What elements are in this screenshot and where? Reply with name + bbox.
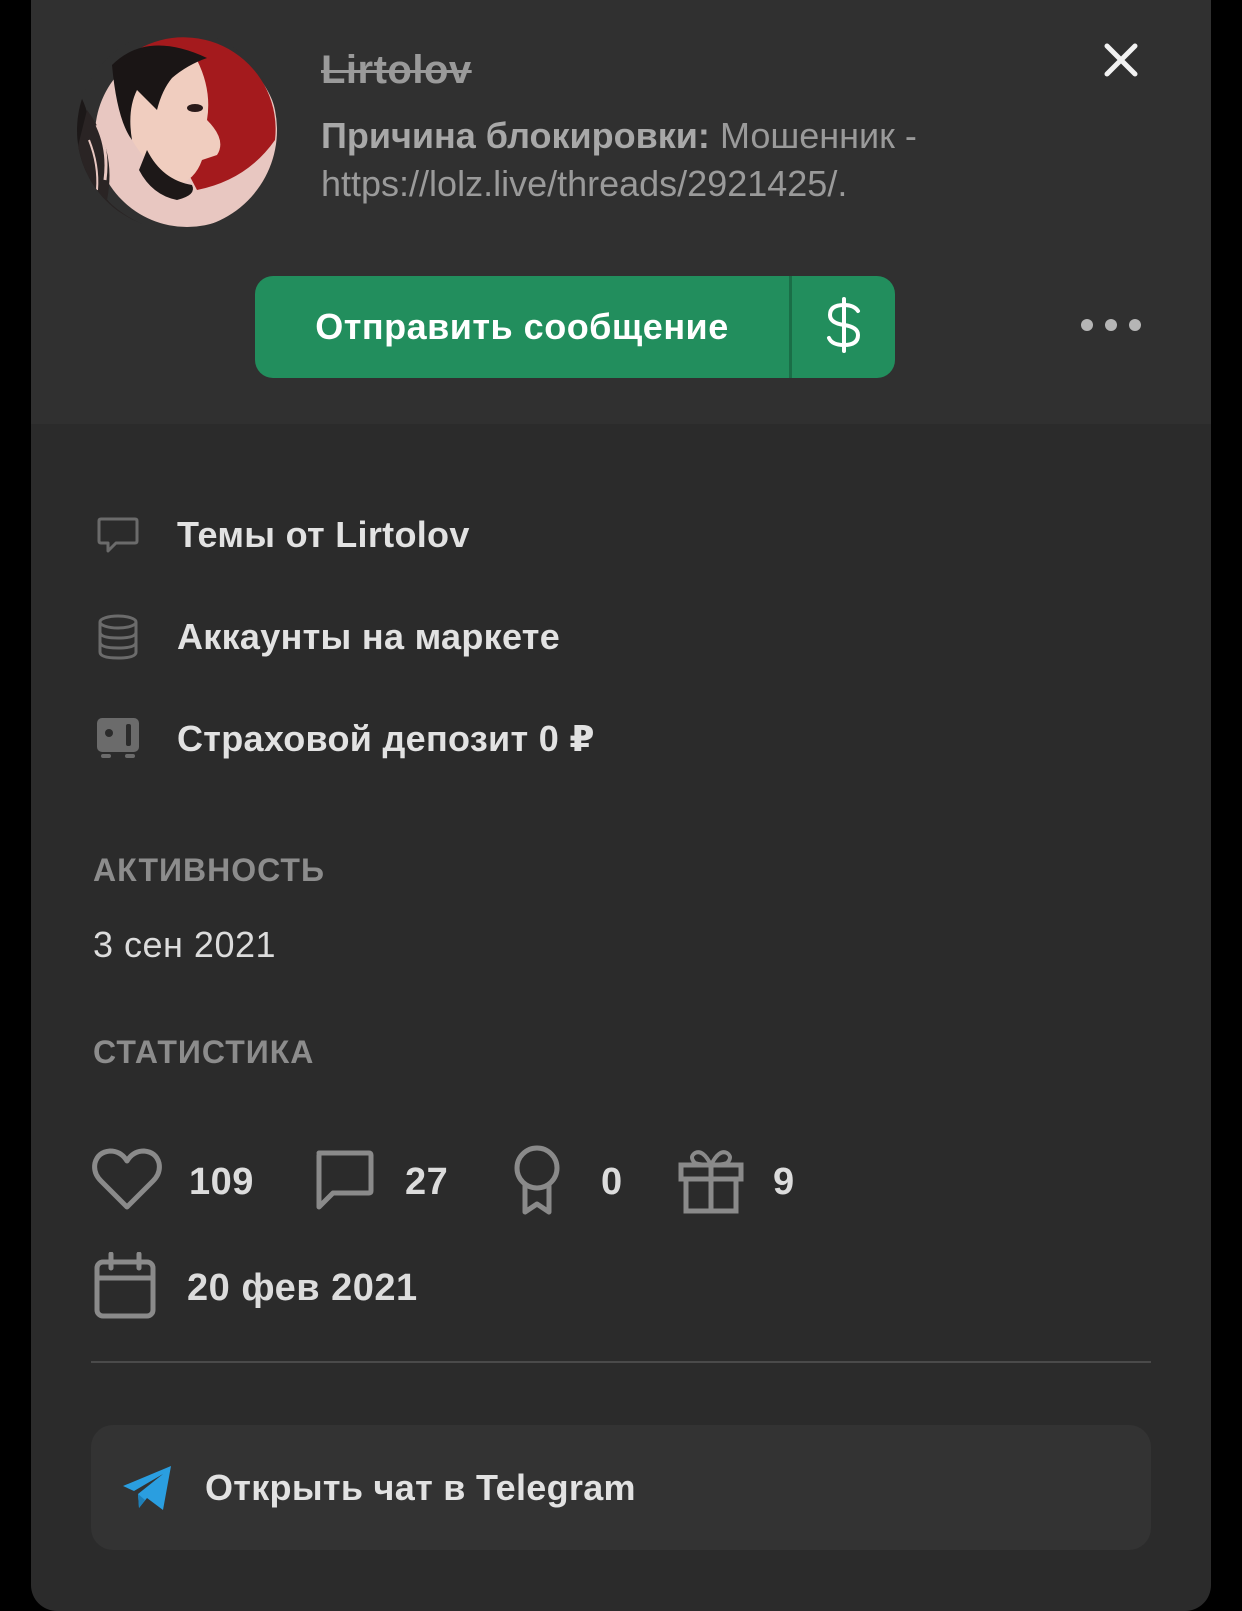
dollar-icon (824, 296, 864, 358)
avatar[interactable] (77, 30, 277, 230)
heart-icon (91, 1147, 163, 1218)
stat-likes[interactable]: 109 (91, 1144, 254, 1220)
activity-date: 3 сен 2021 (93, 924, 277, 965)
stat-likes-value: 109 (189, 1160, 254, 1203)
database-icon (93, 612, 143, 662)
registration-date-value: 20 фев 2021 (187, 1266, 418, 1309)
registration-date: 20 фев 2021 (93, 1250, 418, 1326)
chat-bubble-icon (93, 510, 143, 560)
link-threads[interactable]: Темы от Lirtolov (93, 505, 470, 565)
link-market[interactable]: Аккаунты на маркете (93, 607, 560, 667)
safe-icon (93, 714, 143, 764)
stat-trophies[interactable]: 0 (511, 1144, 623, 1220)
username[interactable]: Lirtolov (321, 48, 472, 93)
telegram-icon (119, 1460, 175, 1516)
statistics-title: СТАТИСТИКА (93, 1034, 315, 1070)
link-market-label: Аккаунты на маркете (177, 616, 561, 657)
gift-icon (677, 1145, 745, 1220)
activity-title: АКТИВНОСТЬ (93, 852, 325, 888)
stat-gifts-value: 9 (773, 1160, 795, 1203)
message-button-group: Отправить сообщение (255, 276, 895, 378)
send-message-button[interactable]: Отправить сообщение (255, 276, 789, 378)
close-icon[interactable] (1101, 40, 1141, 80)
calendar-icon (93, 1251, 157, 1325)
money-transfer-button[interactable] (792, 276, 895, 378)
profile-card: Lirtolov Причина блокировки: Мошенник - … (31, 0, 1211, 1611)
stat-messages[interactable]: 27 (313, 1144, 448, 1220)
link-threads-label: Темы от Lirtolov (177, 514, 470, 555)
link-deposit[interactable]: Страховой депозит 0 ₽ (93, 709, 595, 769)
more-dots-icon[interactable] (1081, 315, 1141, 335)
message-icon (313, 1149, 375, 1216)
stat-trophies-value: 0 (601, 1160, 623, 1203)
award-icon (511, 1144, 563, 1221)
link-deposit-label: Страховой депозит 0 ₽ (177, 718, 595, 759)
profile-header: Lirtolov Причина блокировки: Мошенник - … (31, 0, 1211, 424)
stat-messages-value: 27 (405, 1160, 449, 1203)
ban-reason-label: Причина блокировки: (321, 115, 710, 156)
divider (91, 1361, 1151, 1363)
ban-reason: Причина блокировки: Мошенник - https://l… (321, 112, 1041, 208)
telegram-button-label: Открыть чат в Telegram (205, 1466, 636, 1508)
telegram-button[interactable]: Открыть чат в Telegram (91, 1425, 1151, 1550)
stat-gifts[interactable]: 9 (677, 1144, 795, 1220)
